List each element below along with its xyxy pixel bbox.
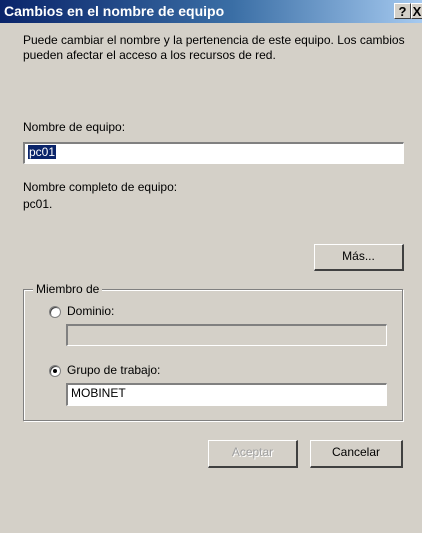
window-title: Cambios en el nombre de equipo bbox=[4, 3, 225, 19]
workgroup-label: Grupo de trabajo: bbox=[67, 363, 161, 377]
full-computer-name-label: Nombre completo de equipo: bbox=[23, 180, 178, 194]
member-of-legend: Miembro de bbox=[33, 282, 103, 296]
workgroup-radio[interactable] bbox=[49, 365, 61, 377]
help-button[interactable]: ? bbox=[394, 3, 411, 19]
close-button[interactable]: X bbox=[411, 3, 422, 19]
workgroup-input[interactable]: MOBINET bbox=[66, 383, 387, 406]
more-button[interactable]: Más... bbox=[314, 244, 404, 271]
ok-button[interactable]: Aceptar bbox=[208, 440, 298, 468]
computer-name-label: Nombre de equipo: bbox=[23, 120, 126, 134]
cancel-button[interactable]: Cancelar bbox=[310, 440, 403, 468]
domain-input[interactable] bbox=[66, 324, 387, 346]
computer-name-value: pc01 bbox=[28, 145, 57, 159]
computer-name-input[interactable]: pc01 bbox=[23, 142, 404, 164]
full-computer-name-value: pc01. bbox=[23, 197, 53, 211]
description-text: Puede cambiar el nombre y la pertenencia… bbox=[23, 33, 405, 62]
domain-radio[interactable] bbox=[49, 306, 61, 318]
computer-name-changes-dialog: Cambios en el nombre de equipo ? X Puede… bbox=[0, 0, 422, 533]
title-bar[interactable]: Cambios en el nombre de equipo ? X bbox=[0, 0, 422, 23]
domain-label: Dominio: bbox=[67, 304, 115, 318]
